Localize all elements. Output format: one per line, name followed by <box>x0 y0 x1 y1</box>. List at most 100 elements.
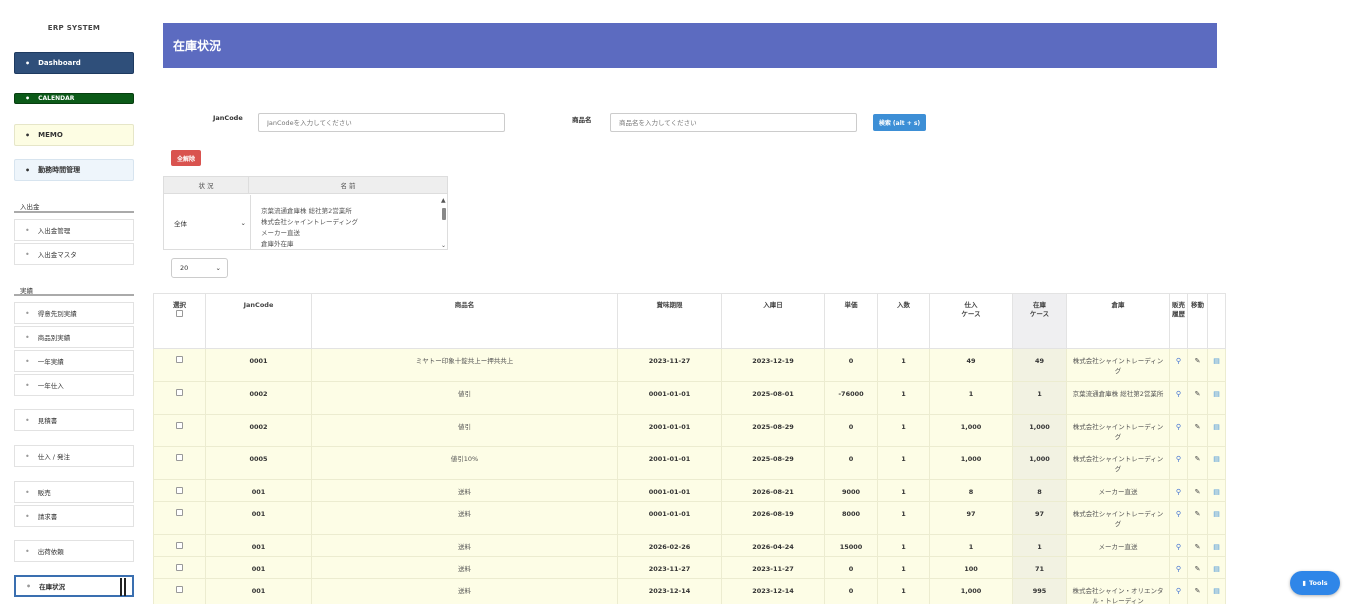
table-row[interactable]: 0002 値引 2001-01-01 2025-08-29 0 1 1,000 1,000 株式… <box>153 414 1226 447</box>
bullet-icon: • <box>25 356 30 366</box>
table-row[interactable]: 001 送料 2023-12-14 2023-12-14 0 1 1,000 995 株式会社シ… <box>153 578 1226 604</box>
edit-icon[interactable]: ✎ <box>1195 455 1201 463</box>
cell-doc: ▤ <box>1207 414 1226 447</box>
document-icon[interactable]: ▤ <box>1213 587 1220 595</box>
sidebar-item-sales[interactable]: • 販売 <box>14 481 134 503</box>
jancode-input[interactable] <box>258 113 505 132</box>
edit-icon[interactable]: ✎ <box>1195 423 1201 431</box>
search-icon[interactable]: ⚲ <box>1176 543 1181 551</box>
cell-price: 15000 <box>824 534 878 557</box>
row-checkbox[interactable] <box>176 509 183 516</box>
cell-qty: 1 <box>877 534 930 557</box>
list-item[interactable]: 倉庫外在庫 <box>261 239 440 249</box>
sidebar-item-invoice[interactable]: • 請求書 <box>14 505 134 527</box>
sidebar-item-customer-results[interactable]: • 得意先別実績 <box>14 302 134 324</box>
sidebar-item-yearly-purchase[interactable]: • 一年仕入 <box>14 374 134 396</box>
arrow-up-icon[interactable]: ▲ <box>441 197 446 204</box>
row-checkbox[interactable] <box>176 487 183 494</box>
search-icon[interactable]: ⚲ <box>1176 390 1181 398</box>
sidebar-item-label: 出荷依頼 <box>37 548 64 556</box>
scroll-thumb[interactable] <box>442 208 446 220</box>
table-row[interactable]: 0001 ミヤトー印象十錠共上ー押共共上 2023-11-27 2023-12-19 0… <box>153 348 1226 382</box>
search-icon[interactable]: ⚲ <box>1176 510 1181 518</box>
sidebar-section-nyushukko: 入出金 <box>20 203 40 211</box>
edit-icon[interactable]: ✎ <box>1195 390 1201 398</box>
document-icon[interactable]: ▤ <box>1213 543 1220 551</box>
product-name-input[interactable] <box>610 113 857 132</box>
search-icon[interactable]: ⚲ <box>1176 357 1181 365</box>
cell-history: ⚲ <box>1169 578 1188 604</box>
per-page-select[interactable]: 20 ⌄ <box>171 258 228 278</box>
document-icon[interactable]: ▤ <box>1213 510 1220 518</box>
system-title: ERP SYSTEM <box>47 24 101 32</box>
search-icon[interactable]: ⚲ <box>1176 587 1181 595</box>
bullet-icon: • <box>26 581 32 591</box>
cell-doc: ▤ <box>1207 578 1226 604</box>
arrow-down-icon[interactable]: ⌄ <box>441 242 446 249</box>
sidebar-item-shipping[interactable]: • 出荷依頼 <box>14 540 134 562</box>
row-checkbox[interactable] <box>176 564 183 571</box>
list-item[interactable]: 株式会社シャイントレーディング <box>261 217 440 228</box>
search-button[interactable]: 検索 (alt + s) <box>873 114 926 131</box>
list-item[interactable]: 京葉流通倉庫株 総社第2営業所 <box>261 206 440 217</box>
document-icon[interactable]: ▤ <box>1213 423 1220 431</box>
search-icon[interactable]: ⚲ <box>1176 488 1181 496</box>
search-icon[interactable]: ⚲ <box>1176 455 1181 463</box>
bullet-icon: • <box>25 165 31 175</box>
table-row[interactable]: 001 送料 2026-02-26 2026-04-24 15000 1 1 1 メーカー直送 ⚲… <box>153 534 1226 557</box>
sidebar: ERP SYSTEM • Dashboard • CALENDAR • MEMO • 勤… <box>0 0 148 604</box>
sidebar-item-dashboard[interactable]: • Dashboard <box>14 52 134 74</box>
edit-icon[interactable]: ✎ <box>1195 510 1201 518</box>
table-row[interactable]: 001 送料 0001-01-01 2026-08-21 9000 1 8 8 メーカー直送 ⚲ ✎… <box>153 479 1226 502</box>
row-checkbox[interactable] <box>176 389 183 396</box>
search-icon[interactable]: ⚲ <box>1176 423 1181 431</box>
document-icon[interactable]: ▤ <box>1213 357 1220 365</box>
clear-all-button[interactable]: 全解除 <box>171 150 201 166</box>
condition-select[interactable]: 全体 ⌄ <box>168 215 248 231</box>
cell-warehouse: メーカー直送 <box>1066 479 1170 502</box>
sidebar-item-stock[interactable]: • 在庫状況 <box>14 575 134 597</box>
row-checkbox[interactable] <box>176 422 183 429</box>
tools-button[interactable]: ▮ Tools <box>1290 571 1340 595</box>
bullet-icon: • <box>25 94 31 103</box>
col-header-extra <box>1207 293 1226 349</box>
sidebar-item-calendar[interactable]: • CALENDAR <box>14 93 134 104</box>
table-row[interactable]: 0002 値引 0001-01-01 2025-08-01 -76000 1 1 1 京葉流通倉… <box>153 381 1226 415</box>
warehouse-name-list[interactable]: 京葉流通倉庫株 総社第2営業所 株式会社シャイントレーディング メーカー直送 倉… <box>250 195 440 249</box>
search-icon[interactable]: ⚲ <box>1176 565 1181 573</box>
edit-icon[interactable]: ✎ <box>1195 565 1201 573</box>
table-header-row: 選択 JanCode 商品名 賞味期限 入庫日 単価 入数 仕入 ケース 在庫 … <box>153 293 1226 349</box>
row-checkbox[interactable] <box>176 356 183 363</box>
document-icon[interactable]: ▤ <box>1213 565 1220 573</box>
table-row[interactable]: 001 送料 2023-11-27 2023-11-27 0 1 100 71 ⚲ ✎ ▤ <box>153 556 1226 579</box>
sidebar-item-nyushukko-manage[interactable]: • 入出金管理 <box>14 219 134 241</box>
document-icon[interactable]: ▤ <box>1213 488 1220 496</box>
sidebar-item-worktime[interactable]: • 勤務時間管理 <box>14 159 134 181</box>
select-all-checkbox[interactable] <box>176 310 183 317</box>
document-icon[interactable]: ▤ <box>1213 390 1220 398</box>
cell-date: 2023-12-19 <box>721 348 825 382</box>
sidebar-item-yearly-results[interactable]: • 一年実績 <box>14 350 134 372</box>
row-checkbox[interactable] <box>176 586 183 593</box>
col-header-price: 単価 <box>824 293 878 349</box>
sidebar-item-nyushukko-master[interactable]: • 入出金マスタ <box>14 243 134 265</box>
sidebar-item-product-results[interactable]: • 商品別実績 <box>14 326 134 348</box>
edit-icon[interactable]: ✎ <box>1195 357 1201 365</box>
cell-name: ミヤトー印象十錠共上ー押共共上 <box>311 348 618 382</box>
edit-icon[interactable]: ✎ <box>1195 488 1201 496</box>
document-icon[interactable]: ▤ <box>1213 455 1220 463</box>
table-row[interactable]: 001 送料 0001-01-01 2026-08-19 8000 1 97 97 株式会社シャ… <box>153 501 1226 535</box>
row-checkbox[interactable] <box>176 454 183 461</box>
list-item[interactable]: メーカー直送 <box>261 228 440 239</box>
sidebar-item-estimate[interactable]: • 見積書 <box>14 409 134 431</box>
sidebar-item-purchase-order[interactable]: • 仕入 / 発注 <box>14 445 134 467</box>
cell-qty: 1 <box>877 446 930 480</box>
row-checkbox[interactable] <box>176 542 183 549</box>
bullet-icon: • <box>25 332 30 342</box>
edit-icon[interactable]: ✎ <box>1195 587 1201 595</box>
edit-icon[interactable]: ✎ <box>1195 543 1201 551</box>
table-row[interactable]: 0005 値引10% 2001-01-01 2025-08-29 0 1 1,000 1,00… <box>153 446 1226 480</box>
stock-table: 選択 JanCode 商品名 賞味期限 入庫日 単価 入数 仕入 ケース 在庫 … <box>153 293 1226 604</box>
list-scrollbar[interactable]: ▲ ⌄ <box>440 195 448 250</box>
sidebar-item-memo[interactable]: • MEMO <box>14 124 134 146</box>
